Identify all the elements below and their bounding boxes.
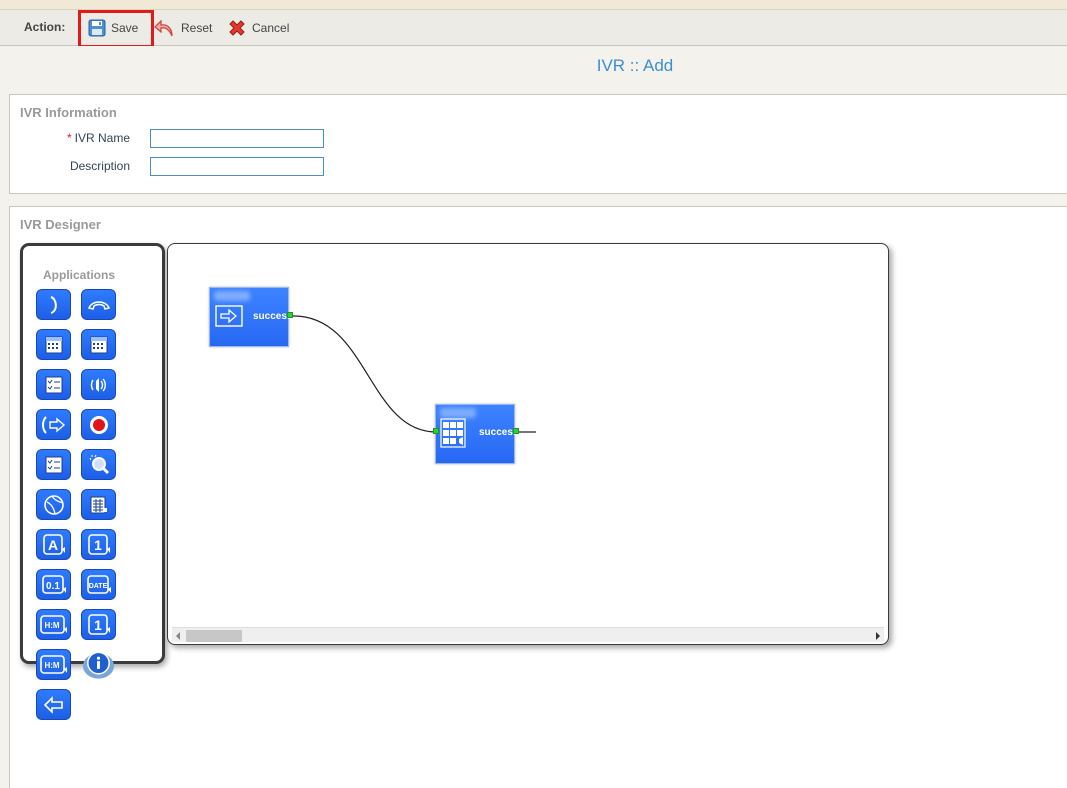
scroll-right-arrow-icon[interactable] [874,631,882,641]
say-time2-icon[interactable]: H:M [36,649,71,680]
page-title: IVR :: Add [596,56,674,75]
applications-title: Applications [43,268,116,282]
ivr-name-input[interactable] [150,129,324,148]
required-mark: * [66,131,72,145]
say-number2-icon[interactable]: 1 [81,609,116,640]
scroll-left-arrow-icon[interactable] [174,631,182,641]
cancel-label: Cancel [252,21,290,35]
back-arrow-icon[interactable] [36,689,71,720]
search-icon[interactable] [81,449,116,480]
transfer-icon[interactable] [36,409,71,440]
dtmf-node[interactable]: success [433,404,519,464]
action-label: Action: [24,20,66,34]
node-gloss [214,291,250,301]
save-highlight-box [78,10,154,48]
say-digits-text: 0.1 [46,581,60,592]
action-toolbar: Action: Save Reset Cancel [0,10,1067,48]
menu-list-icon[interactable] [36,449,71,480]
say-alpha-text: A [47,537,57,553]
calendar-time-icon[interactable] [81,329,116,360]
calendar-icon[interactable] [36,329,71,360]
start-arrow-icon [215,305,243,327]
answer-icon[interactable] [36,289,71,320]
dtmf-keypad-icon [440,418,466,448]
ivr-name-label-text: IVR Name [74,131,130,145]
node-connection-line [291,315,439,433]
start-node[interactable]: success [209,287,293,347]
canvas-horizontal-scrollbar[interactable] [172,627,884,642]
undo-arrow-icon [154,19,173,37]
say-number-icon[interactable]: 1 [81,529,116,560]
dtmf-node-output-port[interactable] [513,428,519,434]
say-alpha-icon[interactable]: A [36,529,71,560]
ivr-designer-legend: IVR Designer [20,217,101,232]
speaker-icon[interactable] [81,369,116,400]
start-node-output-port[interactable] [287,312,293,318]
say-digits-icon[interactable]: 0.1 [36,569,71,600]
dtmf-node-input-port[interactable] [433,428,439,434]
say-time-icon[interactable]: H:M [36,609,71,640]
reset-label: Reset [181,21,213,35]
record-icon[interactable] [81,409,116,440]
say-number2-text: 1 [94,617,102,633]
top-strip [0,0,1067,10]
globe-icon[interactable] [36,489,71,520]
description-label: Description [69,159,130,173]
keypad-list-icon[interactable] [81,489,116,520]
designer-canvas[interactable]: success success [167,243,889,645]
description-input[interactable] [150,157,324,176]
reset-button[interactable]: Reset [154,16,212,40]
hangup-icon[interactable] [81,289,116,320]
cancel-button[interactable]: Cancel [227,16,289,40]
say-date-icon[interactable]: DATE [81,569,116,600]
say-number-text: 1 [94,537,102,553]
say-date-text: DATE [88,583,107,590]
cancel-x-icon [229,20,245,36]
ivr-information-legend: IVR Information [20,105,117,120]
ivr-information-section: IVR Information * IVR Name Description [9,94,1067,194]
checklist-icon[interactable] [36,369,71,400]
say-time-text: H:M [44,621,59,630]
say-time2-text: H:M [44,661,59,670]
ivr-name-label: * IVR Name [20,131,130,145]
title-bar: IVR :: Add [0,46,1067,82]
scrollbar-thumb[interactable] [186,630,242,642]
info-icon[interactable] [81,649,116,680]
